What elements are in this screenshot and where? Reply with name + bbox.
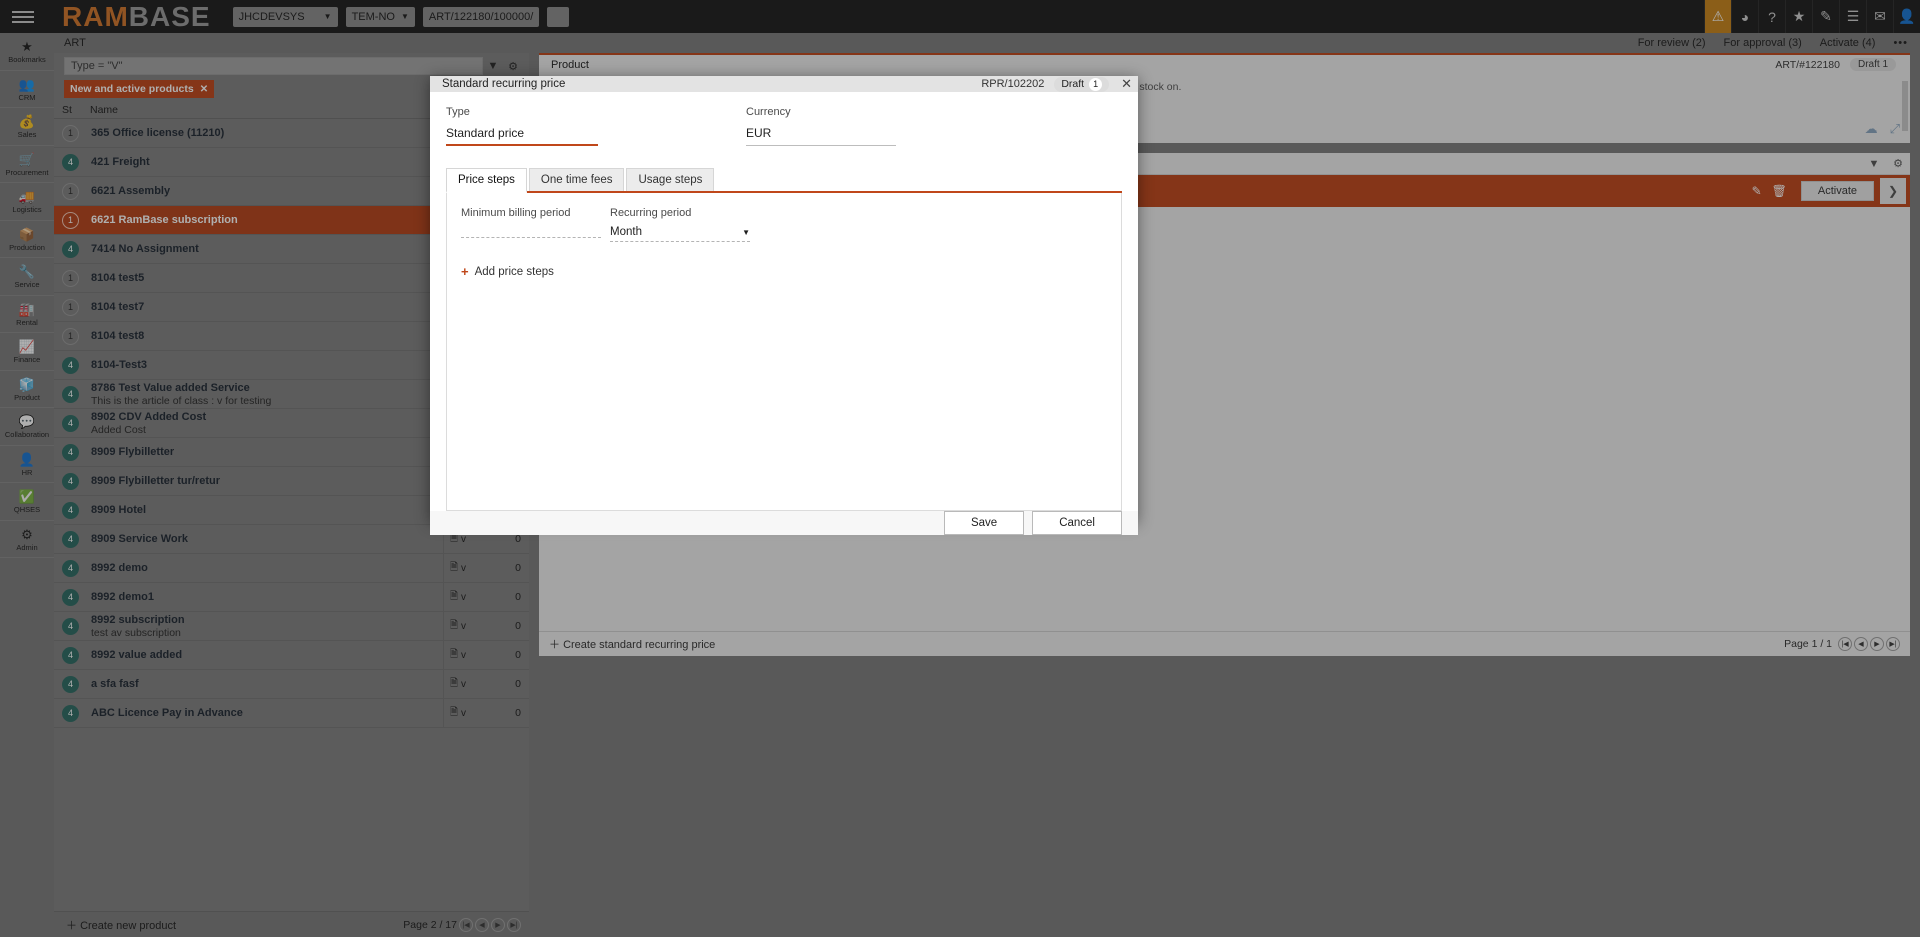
recurring-period-value: Month bbox=[610, 226, 642, 238]
dialog-fields-row: Type Standard price Currency EUR bbox=[446, 106, 1122, 146]
dialog-title: Standard recurring price bbox=[442, 78, 565, 90]
tab-one-time-fees[interactable]: One time fees bbox=[529, 168, 625, 191]
panel-fields-row: Minimum billing period Recurring period … bbox=[461, 207, 1107, 242]
standard-recurring-price-dialog: Standard recurring price RPR/102202 Draf… bbox=[430, 76, 1138, 522]
dialog-header: Standard recurring price RPR/102202 Draf… bbox=[430, 76, 1138, 92]
recurring-period-field: Recurring period Month ▼ bbox=[610, 207, 750, 242]
save-button[interactable]: Save bbox=[944, 511, 1024, 535]
dialog-footer: Save Cancel bbox=[430, 511, 1138, 535]
dialog-reference: RPR/102202 bbox=[981, 78, 1044, 90]
tab-usage-steps[interactable]: Usage steps bbox=[626, 168, 714, 191]
add-price-steps-label: Add price steps bbox=[475, 266, 554, 278]
close-icon[interactable]: ✕ bbox=[1121, 76, 1132, 92]
dialog-status-count: 1 bbox=[1089, 78, 1102, 91]
minimum-billing-period-label: Minimum billing period bbox=[461, 207, 601, 219]
price-steps-panel: Minimum billing period Recurring period … bbox=[446, 193, 1122, 511]
type-value[interactable]: Standard price bbox=[446, 118, 598, 140]
cancel-button[interactable]: Cancel bbox=[1032, 511, 1122, 535]
plus-icon: + bbox=[461, 264, 469, 279]
currency-label: Currency bbox=[746, 106, 896, 118]
recurring-period-select[interactable]: Month ▼ bbox=[610, 219, 750, 238]
dialog-status-badge: Draft 1 bbox=[1054, 77, 1109, 92]
add-price-steps-button[interactable]: + Add price steps bbox=[461, 264, 1107, 279]
type-underline bbox=[446, 144, 598, 146]
minimum-billing-period-field: Minimum billing period bbox=[461, 207, 601, 242]
minimum-billing-period-input[interactable] bbox=[461, 237, 601, 238]
recurring-period-underline bbox=[610, 241, 750, 242]
type-label: Type bbox=[446, 106, 598, 118]
type-field: Type Standard price bbox=[446, 106, 598, 146]
tab-price-steps[interactable]: Price steps bbox=[446, 168, 527, 193]
currency-value[interactable]: EUR bbox=[746, 118, 896, 140]
dialog-tab-bar: Price stepsOne time feesUsage steps bbox=[446, 166, 1122, 193]
dialog-status-label: Draft bbox=[1061, 78, 1084, 90]
chevron-down-icon: ▼ bbox=[742, 228, 750, 237]
currency-field: Currency EUR bbox=[746, 106, 896, 146]
dialog-body: Type Standard price Currency EUR Price s… bbox=[430, 92, 1138, 511]
recurring-period-label: Recurring period bbox=[610, 207, 750, 219]
currency-underline bbox=[746, 145, 896, 146]
